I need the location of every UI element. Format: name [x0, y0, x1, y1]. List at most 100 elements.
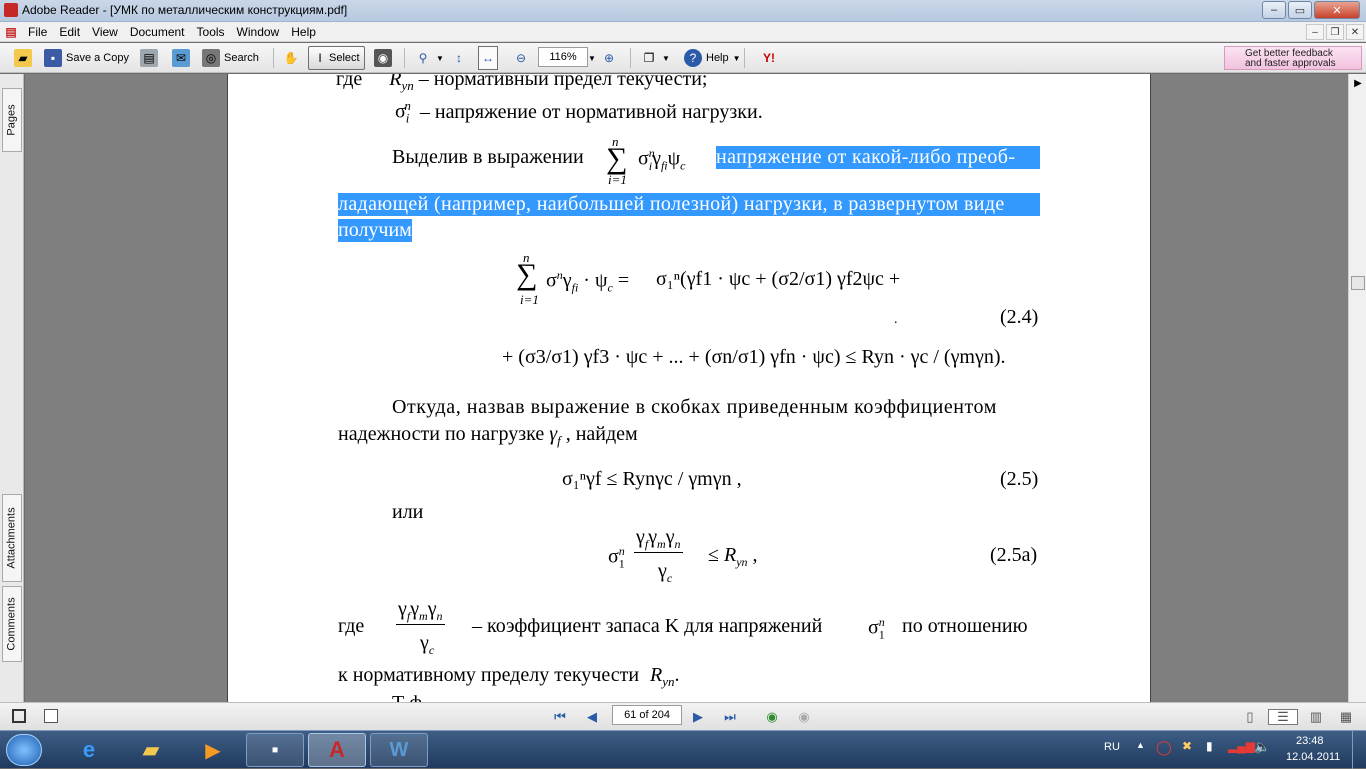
continuous-facing-view-icon[interactable]: ▦: [1338, 709, 1354, 725]
help-button[interactable]: ? Help ▼: [684, 46, 741, 70]
previous-page-button[interactable]: ◀: [584, 709, 600, 725]
scrollbar-thumb[interactable]: [1351, 276, 1365, 290]
clock-time[interactable]: 23:48: [1296, 735, 1324, 747]
equation-line: σ₁ⁿγf ≤ Rynγc / γmγn ,: [562, 468, 742, 490]
opera-icon[interactable]: ◯: [1156, 739, 1172, 756]
fit-height-icon: ↕: [456, 51, 462, 65]
start-button[interactable]: [6, 734, 42, 766]
last-page-button[interactable]: ⏭: [722, 709, 738, 725]
show-hidden-icons-icon[interactable]: ▲: [1136, 740, 1145, 750]
menu-document[interactable]: Document: [124, 25, 191, 39]
scroll-up-arrow-icon[interactable]: ▶: [1351, 78, 1365, 92]
toolbar: ▰ ▪ Save a Copy ▤ ✉ ◎ Search ✋ I Select ◉ ⚲…: [0, 43, 1366, 73]
panel-toggle-icon[interactable]: [12, 709, 26, 723]
text-line: к нормативному пределу текучести Ryn.: [338, 664, 680, 689]
chevron-down-icon: ▼: [588, 53, 596, 63]
save-app-icon[interactable]: ▪: [246, 733, 304, 767]
menu-help[interactable]: Help: [285, 25, 322, 39]
window-title: Adobe Reader - [УМК по металлическим кон…: [22, 3, 348, 17]
title-bar: Adobe Reader - [УМК по металлическим кон…: [0, 0, 1366, 22]
selected-text[interactable]: получим: [338, 219, 412, 242]
email-icon: ✉: [172, 49, 190, 67]
menu-tools[interactable]: Tools: [191, 25, 231, 39]
word-icon[interactable]: W: [370, 733, 428, 767]
menu-window[interactable]: Window: [231, 25, 286, 39]
menu-file[interactable]: File: [22, 25, 53, 39]
chevron-down-icon: ▼: [436, 53, 444, 63]
signal-icon[interactable]: ▂▄▆: [1228, 739, 1255, 753]
minus-circle-icon: ⊖: [515, 51, 527, 65]
doc-close-button[interactable]: ✕: [1346, 24, 1364, 40]
print-button[interactable]: ▤: [140, 46, 162, 70]
yahoo-toolbar-button[interactable]: Y!: [752, 46, 790, 70]
open-button[interactable]: ▰: [14, 46, 36, 70]
tab-attachments-label: Attachments: [6, 507, 19, 569]
select-tool-button[interactable]: I Select: [308, 46, 365, 70]
menu-view[interactable]: View: [86, 25, 124, 39]
page-thumbnail-icon[interactable]: [44, 709, 58, 723]
next-page-button[interactable]: ▶: [690, 709, 706, 725]
first-page-button[interactable]: ⏮: [552, 709, 568, 725]
email-button[interactable]: ✉: [172, 46, 194, 70]
facing-view-icon[interactable]: ▥: [1308, 709, 1324, 725]
text-line: где Ryn – нормативный предел текучести;: [336, 74, 708, 93]
sum-expression: σniγfiψc: [638, 146, 686, 173]
adobe-reader-taskbar-icon[interactable]: A: [308, 733, 366, 767]
zoom-in-button[interactable]: ⊕: [600, 46, 622, 70]
menu-bar: ▤ File Edit View Document Tools Window H…: [0, 22, 1366, 42]
zoom-out-button[interactable]: ⊖: [512, 46, 534, 70]
promo-banner[interactable]: Get better feedback and faster approvals: [1224, 46, 1362, 70]
network-error-icon[interactable]: ✖: [1182, 739, 1192, 753]
media-player-icon[interactable]: ▶: [186, 733, 240, 767]
internet-explorer-icon[interactable]: e: [62, 733, 116, 767]
next-view-button[interactable]: ◉: [796, 709, 812, 725]
text-line: где: [338, 615, 365, 637]
text-line: σ1n: [868, 615, 885, 642]
menu-edit[interactable]: Edit: [53, 25, 86, 39]
help-label: Help: [706, 52, 729, 64]
continuous-view-icon[interactable]: ☰: [1268, 709, 1298, 725]
tab-comments-label: Comments: [6, 597, 18, 651]
close-button[interactable]: ✕: [1314, 1, 1360, 19]
show-desktop-button[interactable]: [1352, 731, 1366, 769]
zoom-level-field[interactable]: 116%: [538, 47, 588, 67]
plus-circle-icon: ⊕: [603, 51, 615, 65]
pdf-page[interactable]: где Ryn – нормативный предел текучести; …: [227, 74, 1151, 702]
tab-attachments[interactable]: Attachments: [2, 494, 22, 582]
single-page-view-icon[interactable]: ▯: [1242, 709, 1258, 725]
zoom-in-tool-button[interactable]: ⚲ ▼: [414, 46, 444, 70]
previous-view-button[interactable]: ◉: [764, 709, 780, 725]
doc-restore-button[interactable]: ❐: [1326, 24, 1344, 40]
fit-width-button[interactable]: ↔: [478, 46, 498, 70]
selected-text[interactable]: ладающей (например, наибольшей полезной)…: [338, 193, 1040, 216]
equation-dot: .: [894, 312, 898, 327]
vertical-scrollbar[interactable]: ▶: [1348, 74, 1366, 702]
file-explorer-icon[interactable]: ▰: [124, 733, 178, 767]
language-indicator[interactable]: RU: [1104, 741, 1120, 753]
equation-line: + (σ3/σ1) γf3 · ψc + ... + (σn/σ1) γfn ·…: [502, 346, 1006, 368]
search-button[interactable]: ◎ Search: [202, 46, 259, 70]
equation-number: (2.4): [1000, 306, 1039, 328]
page-layout-button[interactable]: ❐ ▼: [640, 46, 670, 70]
doc-minimize-button[interactable]: –: [1306, 24, 1324, 40]
fit-page-button[interactable]: ↕: [450, 46, 472, 70]
document-viewport[interactable]: где Ryn – нормативный предел текучести; …: [25, 74, 1348, 702]
chevron-down-icon: ▼: [662, 53, 670, 63]
device-icon[interactable]: ▮: [1206, 739, 1213, 753]
page-number-field[interactable]: 61 of 204: [612, 705, 682, 725]
snapshot-button[interactable]: ◉: [374, 46, 396, 70]
save-copy-button[interactable]: ▪ Save a Copy: [44, 46, 129, 70]
clock-date[interactable]: 12.04.2011: [1286, 751, 1340, 763]
zoom-dropdown[interactable]: ▼: [588, 46, 596, 70]
hand-tool-button[interactable]: ✋: [282, 46, 304, 70]
tab-comments[interactable]: Comments: [2, 586, 22, 662]
tab-pages[interactable]: Pages: [2, 88, 22, 152]
binoculars-icon: ◎: [202, 49, 220, 67]
equation-line: σ1n: [608, 544, 625, 571]
yahoo-icon: Y!: [763, 51, 775, 65]
volume-icon[interactable]: 🔈: [1254, 739, 1270, 755]
selected-text[interactable]: напряжение от какой-либо преоб-: [716, 146, 1040, 169]
minimize-button[interactable]: –: [1262, 1, 1286, 19]
sum-expression: σnγfi · ψc =: [546, 268, 630, 295]
maximize-button[interactable]: ▭: [1288, 1, 1312, 19]
